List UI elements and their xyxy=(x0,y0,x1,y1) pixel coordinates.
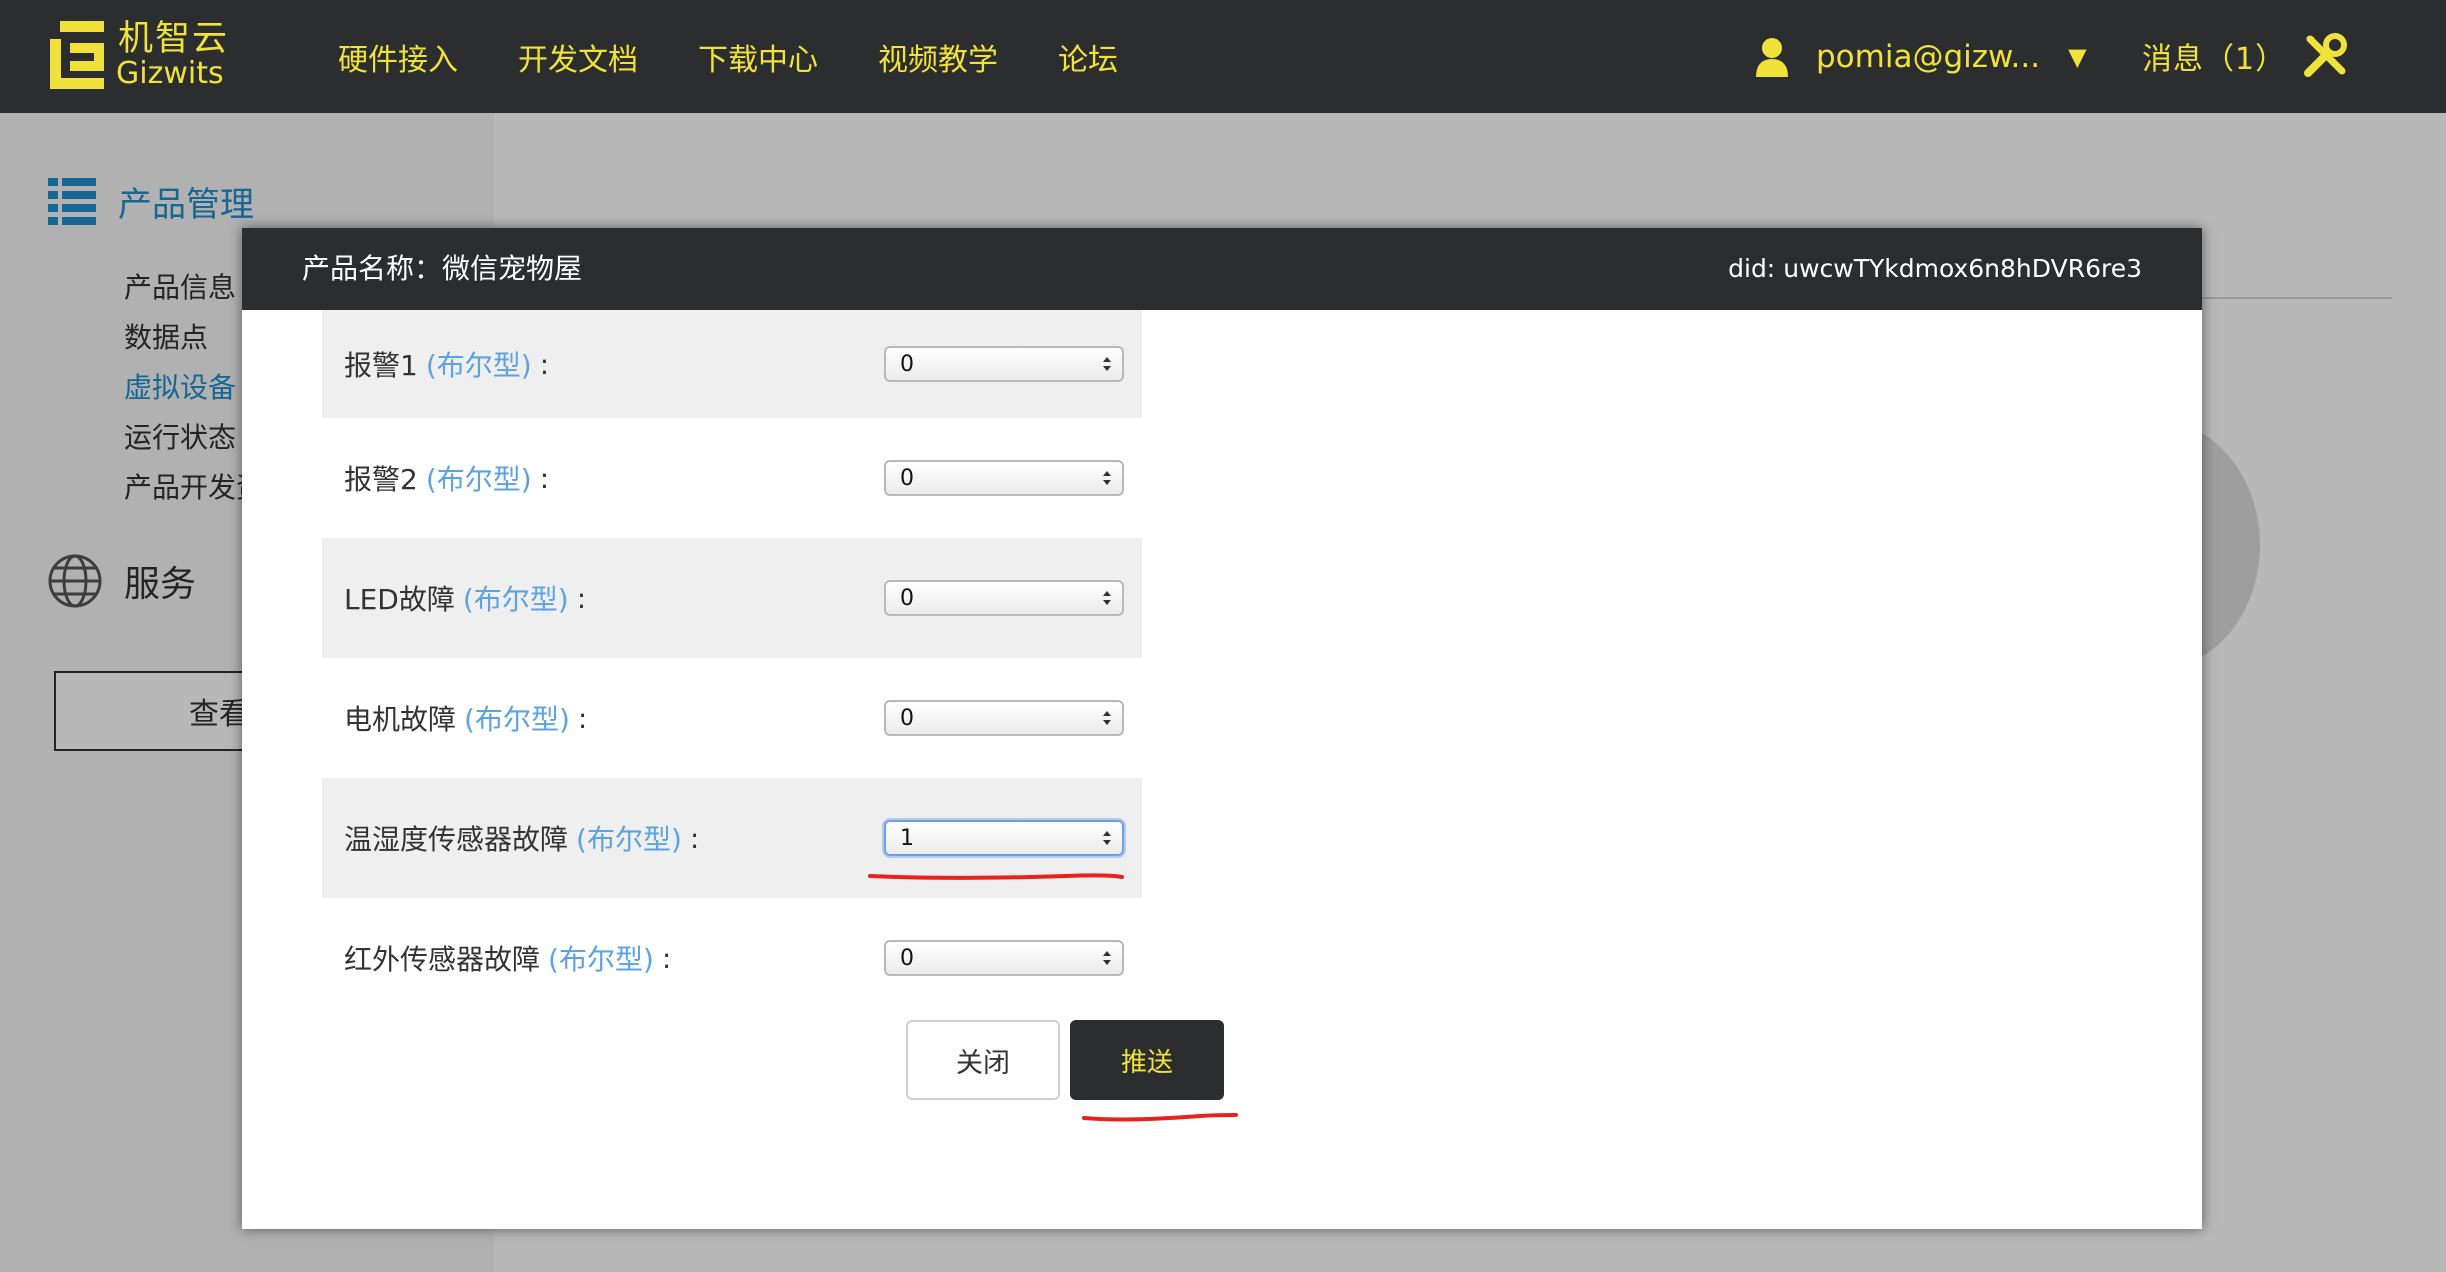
device-id-label: did: xyxy=(1728,254,1776,283)
logo-text-en: Gizwits xyxy=(116,56,224,91)
device-id-value: uwcwTYkdmox6n8hDVR6re3 xyxy=(1783,254,2142,283)
select-value: 0 xyxy=(900,945,914,971)
select-value: 1 xyxy=(900,825,914,851)
nav-link-docs[interactable]: 开发文档 xyxy=(518,35,638,79)
user-name: pomia@gizw... xyxy=(1816,38,2041,75)
motor-fault-select[interactable]: 0 xyxy=(884,700,1124,736)
dialog-title: 产品名称：微信宠物屋 xyxy=(302,252,583,285)
select-arrows-icon xyxy=(1103,591,1111,605)
field-name: 报警2 xyxy=(344,463,418,496)
nav-link-forum[interactable]: 论坛 xyxy=(1058,35,1118,79)
push-button[interactable]: 推送 xyxy=(1070,1020,1224,1100)
field-type: (布尔型) xyxy=(576,823,682,856)
datapoint-field-list: 报警1 (布尔型): 0 报警2 (布尔型): 0 LED故障 (布尔型): 0 电机… xyxy=(322,310,1142,1018)
virtual-device-dialog: 产品名称：微信宠物屋 did: uwcwTYkdmox6n8hDVR6re3 报警… xyxy=(242,228,2202,1229)
nav-links: 硬件接入 开发文档 下载中心 视频教学 论坛 xyxy=(338,0,1178,113)
gizwits-logo[interactable]: 机智云 Gizwits xyxy=(50,18,240,94)
red-underline-annotation xyxy=(1082,1113,1238,1122)
field-colon: : xyxy=(539,347,550,381)
field-colon: : xyxy=(577,701,588,735)
field-name: LED故障 xyxy=(344,583,455,616)
device-id: did: uwcwTYkdmox6n8hDVR6re3 xyxy=(1728,228,2142,310)
caret-down-icon[interactable]: ▼ xyxy=(2068,43,2086,71)
field-type: (布尔型) xyxy=(548,943,654,976)
field-name: 电机故障 xyxy=(344,703,457,736)
select-arrows-icon xyxy=(1103,357,1111,371)
dialog-header: 产品名称：微信宠物屋 did: uwcwTYkdmox6n8hDVR6re3 xyxy=(242,228,2202,310)
field-label: LED故障 (布尔型): xyxy=(344,538,586,658)
field-colon: : xyxy=(539,461,550,495)
select-arrows-icon xyxy=(1103,471,1111,485)
field-name: 温湿度传感器故障 xyxy=(344,823,569,856)
led-fault-select[interactable]: 0 xyxy=(884,580,1124,616)
select-arrows-icon xyxy=(1103,951,1111,965)
field-colon: : xyxy=(661,941,672,975)
gizwits-logo-icon xyxy=(50,21,104,89)
field-type: (布尔型) xyxy=(425,349,532,382)
top-nav-bar: 机智云 Gizwits 硬件接入 开发文档 下载中心 视频教学 论坛 pomia… xyxy=(0,0,2446,113)
field-label: 红外传感器故障 (布尔型): xyxy=(344,898,671,1018)
user-icon xyxy=(1756,37,1788,77)
field-type: (布尔型) xyxy=(425,463,532,496)
field-type: (布尔型) xyxy=(464,703,570,736)
alert2-select[interactable]: 0 xyxy=(884,460,1124,496)
nav-link-hardware[interactable]: 硬件接入 xyxy=(338,35,458,79)
field-row-alert2: 报警2 (布尔型): 0 xyxy=(322,418,1142,538)
select-value: 0 xyxy=(900,465,914,491)
field-colon: : xyxy=(576,581,587,615)
field-name: 红外传感器故障 xyxy=(344,943,541,976)
field-row-alert1: 报警1 (布尔型): 0 xyxy=(322,310,1142,418)
field-label: 报警1 (布尔型): xyxy=(344,310,549,418)
select-value: 0 xyxy=(900,585,914,611)
field-colon: : xyxy=(689,821,700,855)
tools-icon[interactable] xyxy=(2302,33,2348,79)
messages-link[interactable]: 消息（1） xyxy=(2142,34,2286,78)
field-label: 温湿度传感器故障 (布尔型): xyxy=(344,778,699,898)
field-row-led-fault: LED故障 (布尔型): 0 xyxy=(322,538,1142,658)
select-arrows-icon xyxy=(1103,711,1111,725)
field-row-motor-fault: 电机故障 (布尔型): 0 xyxy=(322,658,1142,778)
nav-link-video[interactable]: 视频教学 xyxy=(878,35,998,79)
nav-link-downloads[interactable]: 下载中心 xyxy=(698,35,818,79)
field-name: 报警1 xyxy=(344,349,418,382)
user-menu[interactable]: pomia@gizw... ▼ xyxy=(1754,0,2087,113)
field-label: 报警2 (布尔型): xyxy=(344,418,549,538)
infrared-fault-select[interactable]: 0 xyxy=(884,940,1124,976)
select-value: 0 xyxy=(900,351,914,377)
red-underline-annotation xyxy=(868,873,1124,880)
logo-text-cn: 机智云 xyxy=(118,19,230,59)
temp-humidity-fault-select[interactable]: 1 xyxy=(884,820,1124,856)
field-row-infrared-fault: 红外传感器故障 (布尔型): 0 xyxy=(322,898,1142,1018)
field-label: 电机故障 (布尔型): xyxy=(344,658,587,778)
field-type: (布尔型) xyxy=(462,583,569,616)
close-button[interactable]: 关闭 xyxy=(906,1020,1060,1100)
select-arrows-icon xyxy=(1103,831,1111,845)
alert1-select[interactable]: 0 xyxy=(884,346,1124,382)
select-value: 0 xyxy=(900,705,914,731)
